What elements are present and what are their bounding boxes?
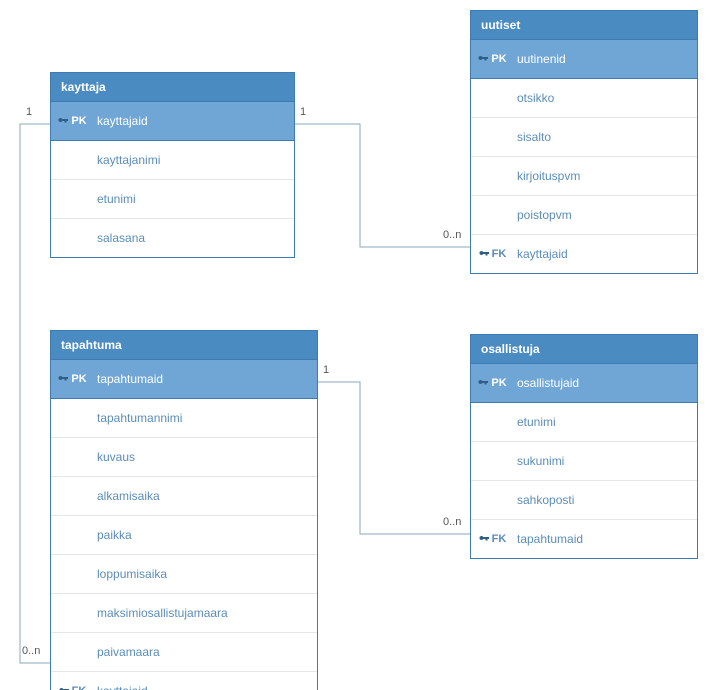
field-row: kirjoituspvm [471,157,697,196]
entity-title: tapahtuma [51,331,317,360]
pk-row: PK kayttajaid [51,102,294,141]
card-kayttaja-uutiset-to: 0..n [443,229,461,241]
field-name: sahkoposti [513,493,697,507]
field-name: paivamaara [93,645,317,659]
key-icon [57,373,69,385]
entity-title: osallistuja [471,335,697,364]
pk-label: PK [71,373,86,385]
field-name: salasana [93,231,294,245]
card-tapahtuma-osallistuja-to: 0..n [443,516,461,528]
key-icon [58,685,70,690]
field-row: paivamaara [51,633,317,672]
field-row: otsikko [471,79,697,118]
key-icon [477,377,489,389]
fk-row: FK tapahtumaid [471,520,697,558]
field-name: kayttajaid [513,247,697,261]
pk-label: PK [491,53,506,65]
pk-row: PK uutinenid [471,40,697,79]
field-name: tapahtumaid [513,532,697,546]
entity-uutiset: uutiset PK uutinenid otsikko sisalto kir… [470,10,698,274]
field-name: tapahtumaid [93,372,317,386]
field-row: etunimi [51,180,294,219]
fk-label: FK [72,685,87,690]
field-row: tapahtumannimi [51,399,317,438]
pk-row: PK osallistujaid [471,364,697,403]
entity-osallistuja: osallistuja PK osallistujaid etunimi suk… [470,334,698,559]
entity-kayttaja: kayttaja PK kayttajaid kayttajanimi etun… [50,72,295,258]
fk-row: FK kayttajaid [51,672,317,690]
field-name: loppumisaika [93,567,317,581]
entity-tapahtuma: tapahtuma PK tapahtumaid tapahtumannimi … [50,330,318,690]
field-row: poistopvm [471,196,697,235]
field-name: kuvaus [93,450,317,464]
field-name: poistopvm [513,208,697,222]
pk-row: PK tapahtumaid [51,360,317,399]
field-name: osallistujaid [513,376,697,390]
fk-row: FK kayttajaid [471,235,697,273]
field-row: loppumisaika [51,555,317,594]
field-name: etunimi [93,192,294,206]
card-kayttaja-tapahtuma-from: 1 [26,106,32,118]
field-row: maksimiosallistujamaara [51,594,317,633]
entity-title: uutiset [471,11,697,40]
field-name: otsikko [513,91,697,105]
pk-label: PK [491,377,506,389]
fk-label: FK [492,248,507,260]
field-name: paikka [93,528,317,542]
field-row: alkamisaika [51,477,317,516]
field-row: paikka [51,516,317,555]
card-kayttaja-uutiset-from: 1 [300,106,306,118]
key-icon [478,248,490,260]
field-row: sahkoposti [471,481,697,520]
entity-title: kayttaja [51,73,294,102]
field-name: maksimiosallistujamaara [93,606,317,620]
key-icon [478,533,490,545]
field-name: alkamisaika [93,489,317,503]
field-name: kayttajanimi [93,153,294,167]
field-name: uutinenid [513,52,697,66]
field-name: kirjoituspvm [513,169,697,183]
field-row: kuvaus [51,438,317,477]
field-name: kayttajaid [93,684,317,690]
card-kayttaja-tapahtuma-to: 0..n [22,645,40,657]
field-row: etunimi [471,403,697,442]
field-name: etunimi [513,415,697,429]
field-row: sisalto [471,118,697,157]
field-name: sukunimi [513,454,697,468]
field-row: kayttajanimi [51,141,294,180]
key-icon [477,53,489,65]
pk-label: PK [71,115,86,127]
key-icon [57,115,69,127]
field-row: salasana [51,219,294,257]
field-name: kayttajaid [93,114,294,128]
field-name: tapahtumannimi [93,411,317,425]
field-name: sisalto [513,130,697,144]
fk-label: FK [492,533,507,545]
field-row: sukunimi [471,442,697,481]
card-tapahtuma-osallistuja-from: 1 [323,364,329,376]
